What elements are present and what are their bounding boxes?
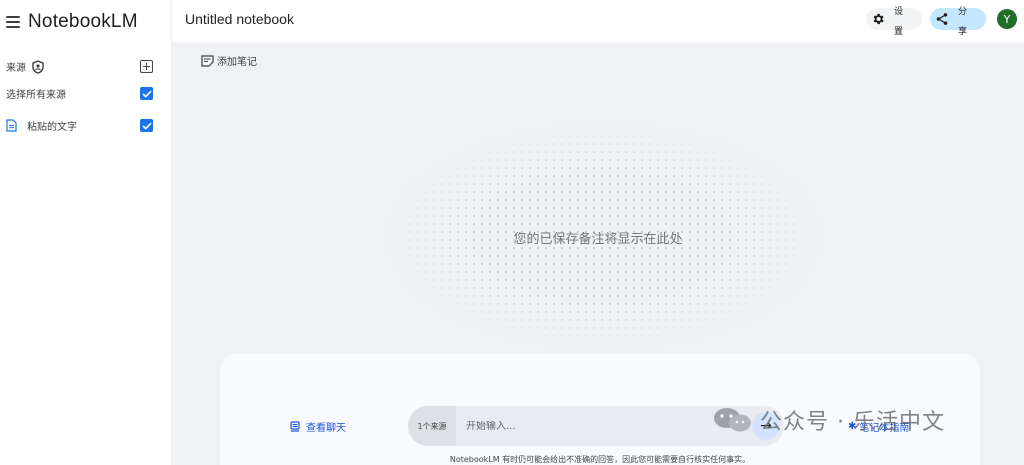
settings-label: 设置 — [894, 7, 904, 37]
select-all-row[interactable]: 选择所有来源 — [6, 86, 153, 101]
select-all-label: 选择所有来源 — [6, 90, 66, 101]
add-note-label: 添加笔记 — [217, 57, 257, 68]
disclaimer-text: NotebookLM 有时仍可能会给出不准确的回答，因此您可能需要自行核实任何事… — [449, 455, 751, 464]
view-chat-button[interactable]: 查看聊天 — [290, 419, 346, 434]
chat-input[interactable] — [456, 420, 726, 432]
note-add-icon — [201, 54, 214, 67]
top-bar: Untitled notebook 设置 分享 Y — [172, 0, 1024, 42]
sources-header: 来源 — [6, 59, 153, 74]
document-icon — [6, 119, 17, 132]
source-item[interactable]: 粘贴的文字 — [6, 118, 153, 133]
watermark-text: 公众号 · 乐活中文 — [760, 410, 945, 435]
source-item-checkbox[interactable] — [140, 119, 153, 132]
app-title: NotebookLM — [28, 11, 138, 32]
view-chat-label: 查看聊天 — [306, 423, 346, 434]
sidebar: NotebookLM 来源 选择所有来源 粘贴的文字 — [0, 0, 172, 465]
gear-icon — [873, 13, 884, 25]
check-icon — [141, 122, 152, 130]
avatar[interactable]: Y — [997, 9, 1017, 29]
add-source-icon[interactable] — [140, 60, 153, 73]
share-label: 分享 — [958, 7, 968, 37]
sources-label: 来源 — [6, 63, 26, 74]
share-icon — [936, 13, 948, 25]
notes-area: 添加笔记 您的已保存备注将显示在此处 查看聊天 1个来源 → ✱ 笔记本指南 N… — [172, 42, 1024, 465]
share-button[interactable]: 分享 — [930, 7, 986, 37]
source-item-label: 粘贴的文字 — [27, 122, 77, 133]
shield-icon — [32, 59, 44, 74]
watermark: 公众号 · 乐活中文 — [712, 404, 945, 436]
chat-icon — [290, 421, 300, 432]
empty-state-text: 您的已保存备注将显示在此处 — [513, 232, 683, 247]
brand: NotebookLM — [6, 11, 138, 33]
notebook-title[interactable]: Untitled notebook — [185, 11, 294, 27]
select-all-checkbox[interactable] — [140, 87, 153, 100]
source-count-badge[interactable]: 1个来源 — [408, 406, 456, 446]
settings-button[interactable]: 设置 — [866, 7, 922, 37]
wechat-icon — [714, 408, 751, 432]
add-note-button[interactable]: 添加笔记 — [201, 53, 257, 68]
check-icon — [141, 90, 152, 98]
menu-icon[interactable] — [6, 16, 20, 28]
